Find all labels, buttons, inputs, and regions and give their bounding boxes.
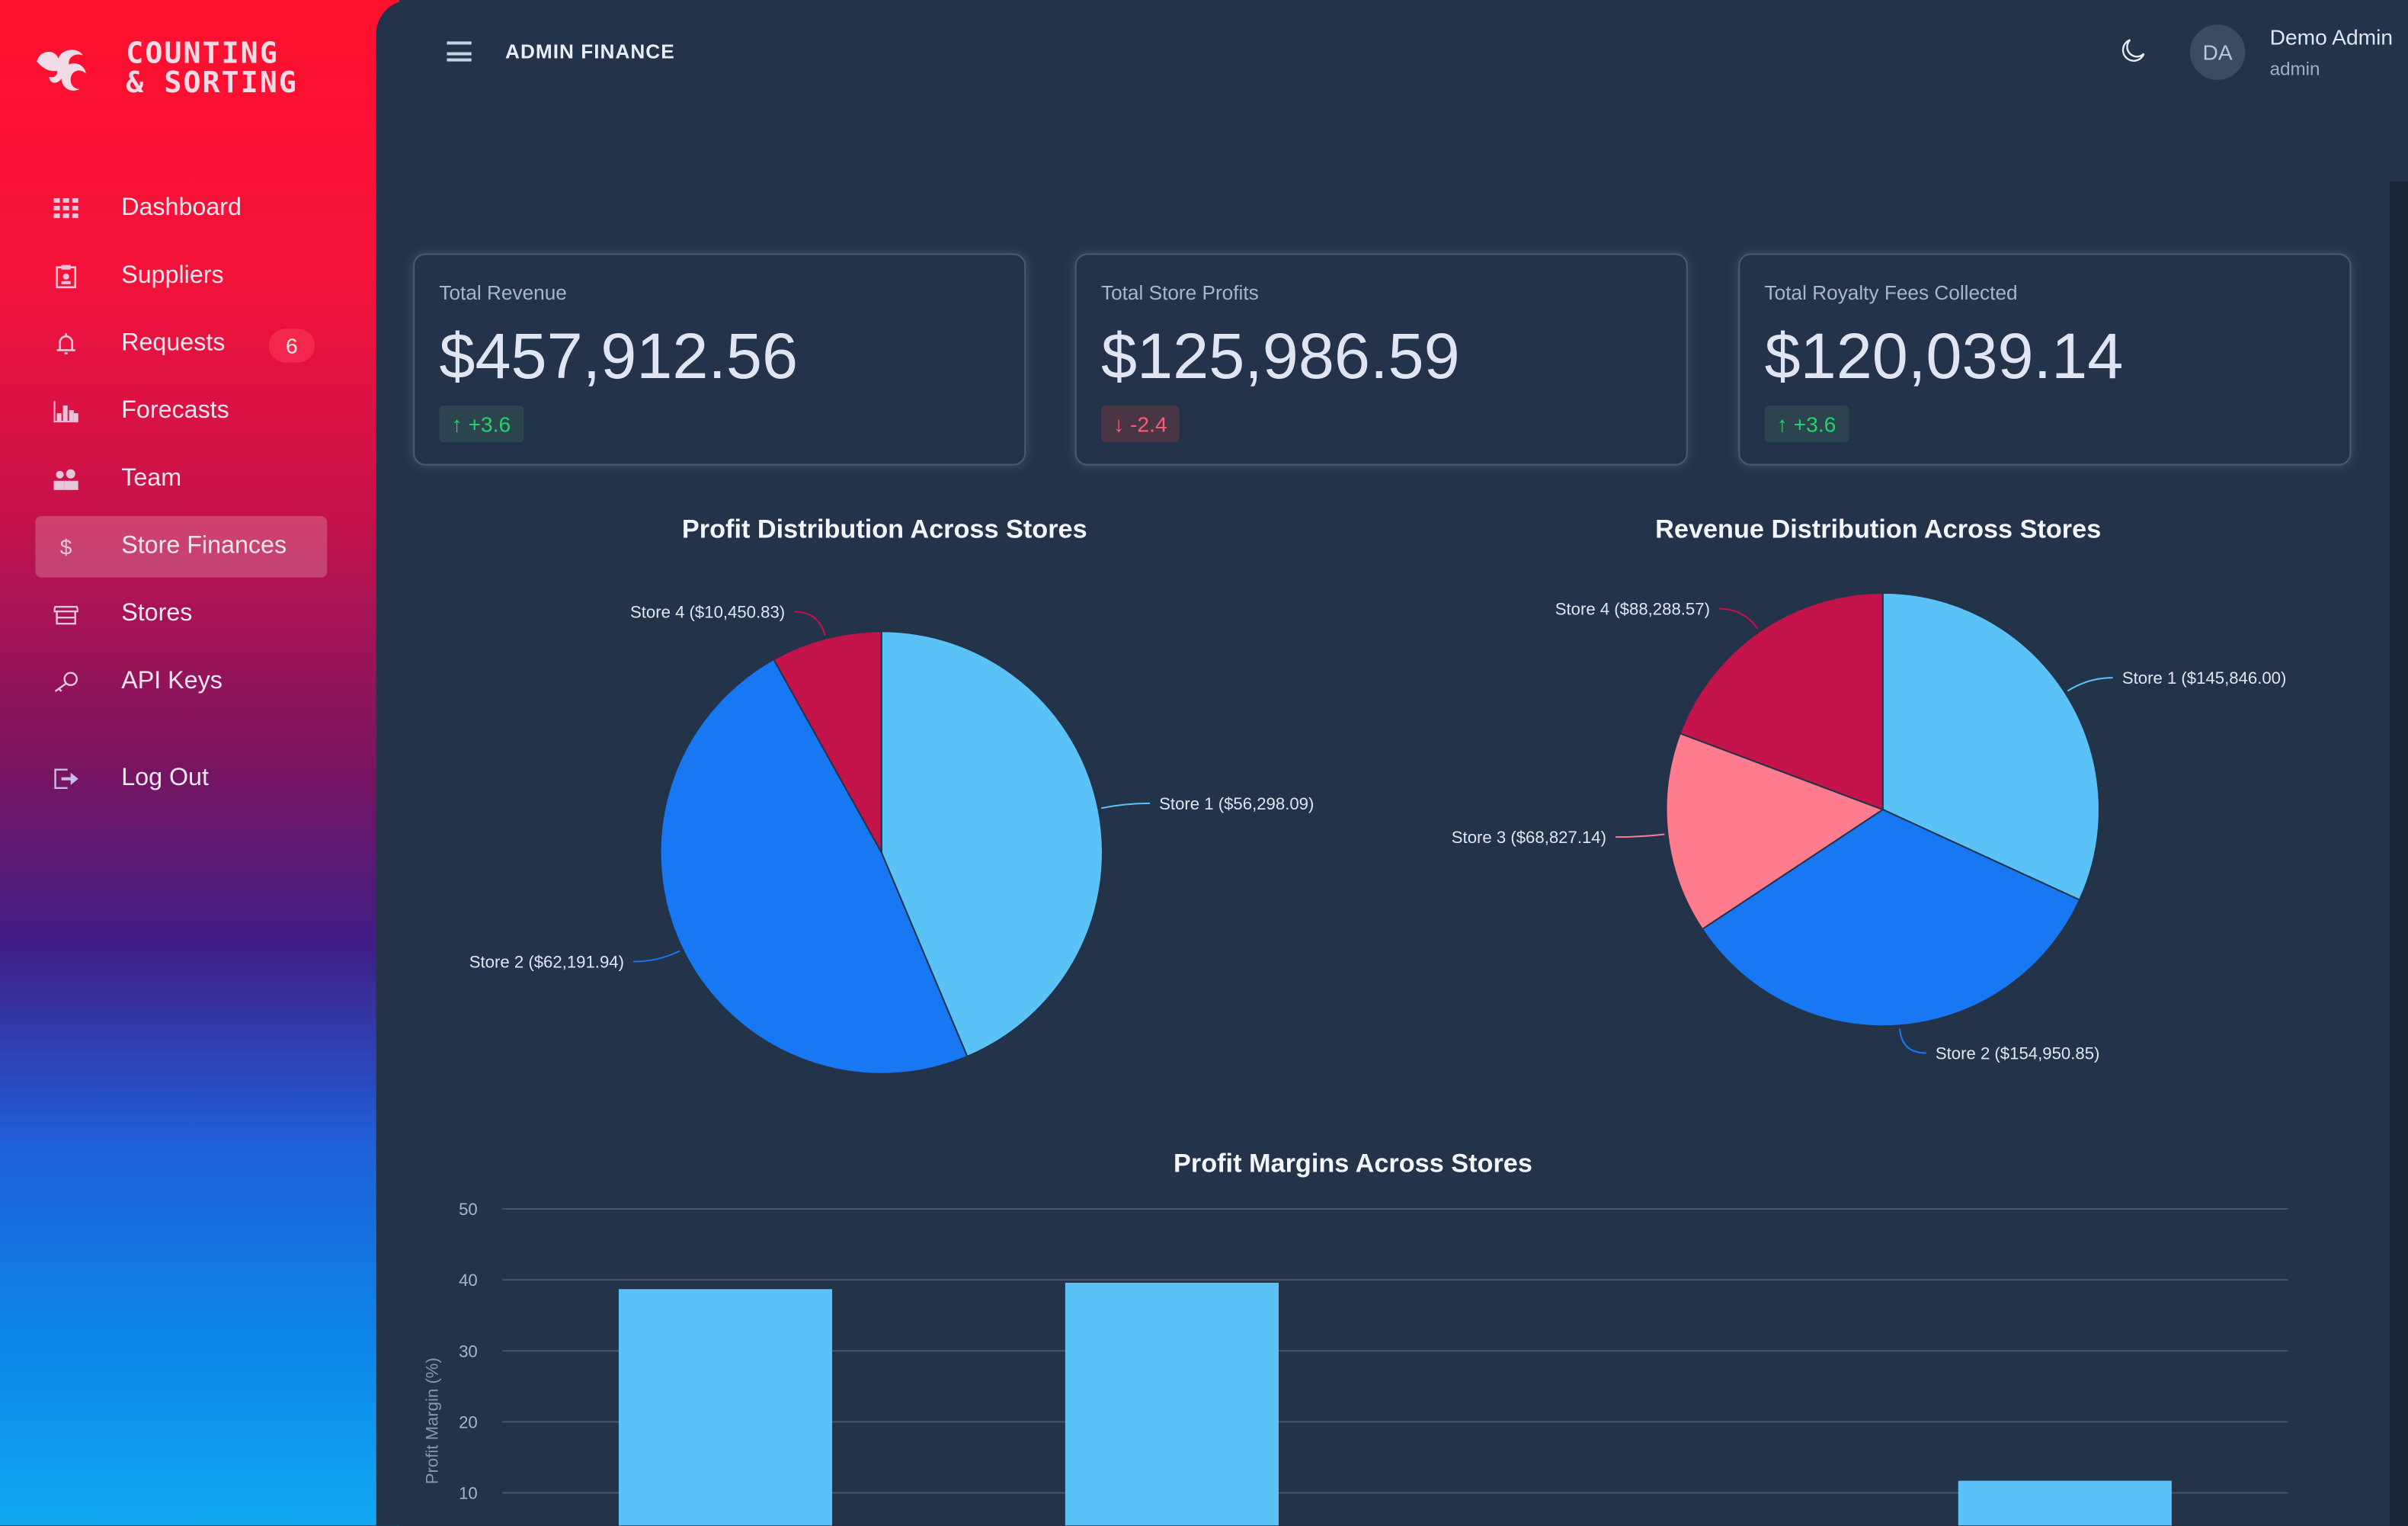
pie-leader-line (2067, 677, 2113, 692)
sidebar-item-team[interactable]: Team (35, 448, 327, 510)
bar[interactable] (1958, 1480, 2172, 1526)
y-tick-label: 20 (459, 1412, 478, 1431)
logout-icon (54, 767, 78, 791)
y-tick-label: 50 (459, 1200, 478, 1219)
sidebar: COUNTING & SORTING Dashboard Suppliers Re… (0, 0, 399, 1526)
pie-slice-label: Store 1 ($145,846.00) (2122, 668, 2287, 688)
store-icon (53, 602, 78, 627)
pie-slice-label: Store 3 ($68,827.14) (1452, 828, 1606, 847)
sidebar-item-label: Dashboard (121, 194, 242, 222)
sidebar-item-requests[interactable]: Requests 6 (35, 313, 327, 375)
logout-button[interactable]: Log Out (35, 748, 327, 809)
y-tick-label: 40 (459, 1271, 478, 1290)
sidebar-item-suppliers[interactable]: Suppliers (35, 245, 327, 307)
sidebar-item-label: API Keys (121, 668, 223, 694)
bar-chart-icon (53, 399, 78, 424)
sidebar-item-store-finances[interactable]: $ Store Finances (35, 516, 328, 578)
charts-canvas: Store 1 ($56,298.09) Store 2 ($62,191.94)… (422, 591, 2288, 1526)
scrollbar[interactable] (2389, 181, 2408, 1526)
brand-line2: & SORTING (126, 66, 298, 100)
pie-leader-line (794, 611, 826, 636)
pie-leader-line (1101, 802, 1151, 809)
main-content: ADMIN FINANCE DA Demo Admin admin Total … (376, 0, 2408, 1526)
sidebar-item-forecasts[interactable]: Forecasts (35, 381, 327, 443)
pie-slice-label: Store 2 ($154,950.85) (1936, 1044, 2100, 1063)
y-axis-label: Profit Margin (%) (422, 1358, 441, 1484)
sidebar-item-dashboard[interactable]: Dashboard (35, 178, 327, 240)
sidebar-item-api-keys[interactable]: API Keys (35, 651, 327, 713)
sidebar-item-label: Team (121, 465, 182, 492)
sidebar-nav: Dashboard Suppliers Requests 6 Forecasts … (35, 178, 328, 816)
pie-slice-label: Store 4 ($88,288.57) (1555, 600, 1710, 619)
bar[interactable] (618, 1289, 833, 1526)
sidebar-item-label: Forecasts (121, 397, 229, 425)
sidebar-item-label: Requests (121, 330, 226, 357)
pie-leader-line (1615, 833, 1665, 838)
key-icon (54, 670, 78, 694)
sidebar-item-stores[interactable]: Stores (35, 584, 327, 646)
logout-label: Log Out (121, 765, 209, 791)
pie-leader-line (1899, 1028, 1926, 1054)
bar[interactable] (1065, 1282, 1279, 1526)
sidebar-item-label: Stores (121, 600, 193, 627)
sidebar-item-label: Suppliers (121, 262, 224, 289)
y-tick-label: 30 (459, 1342, 478, 1361)
y-tick-label: 10 (459, 1484, 478, 1503)
dollar-icon: $ (59, 534, 72, 559)
pie-slice-label: Store 1 ($56,298.09) (1159, 794, 1314, 813)
logo[interactable]: COUNTING & SORTING (34, 37, 298, 100)
brand-line1: COUNTING (126, 37, 279, 71)
users-icon (53, 467, 78, 492)
requests-count-badge: 6 (268, 329, 315, 363)
sidebar-item-label: Store Finances (121, 533, 287, 559)
logo-icon (37, 50, 86, 91)
pie-leader-line (633, 950, 680, 963)
grid-icon (53, 197, 78, 221)
pie-slice-label: Store 2 ($62,191.94) (469, 953, 624, 972)
bell-icon (54, 332, 78, 356)
pie-slice-label: Store 4 ($10,450.83) (630, 603, 785, 622)
id-badge-icon (54, 264, 78, 289)
pie-leader-line (1719, 608, 1759, 630)
